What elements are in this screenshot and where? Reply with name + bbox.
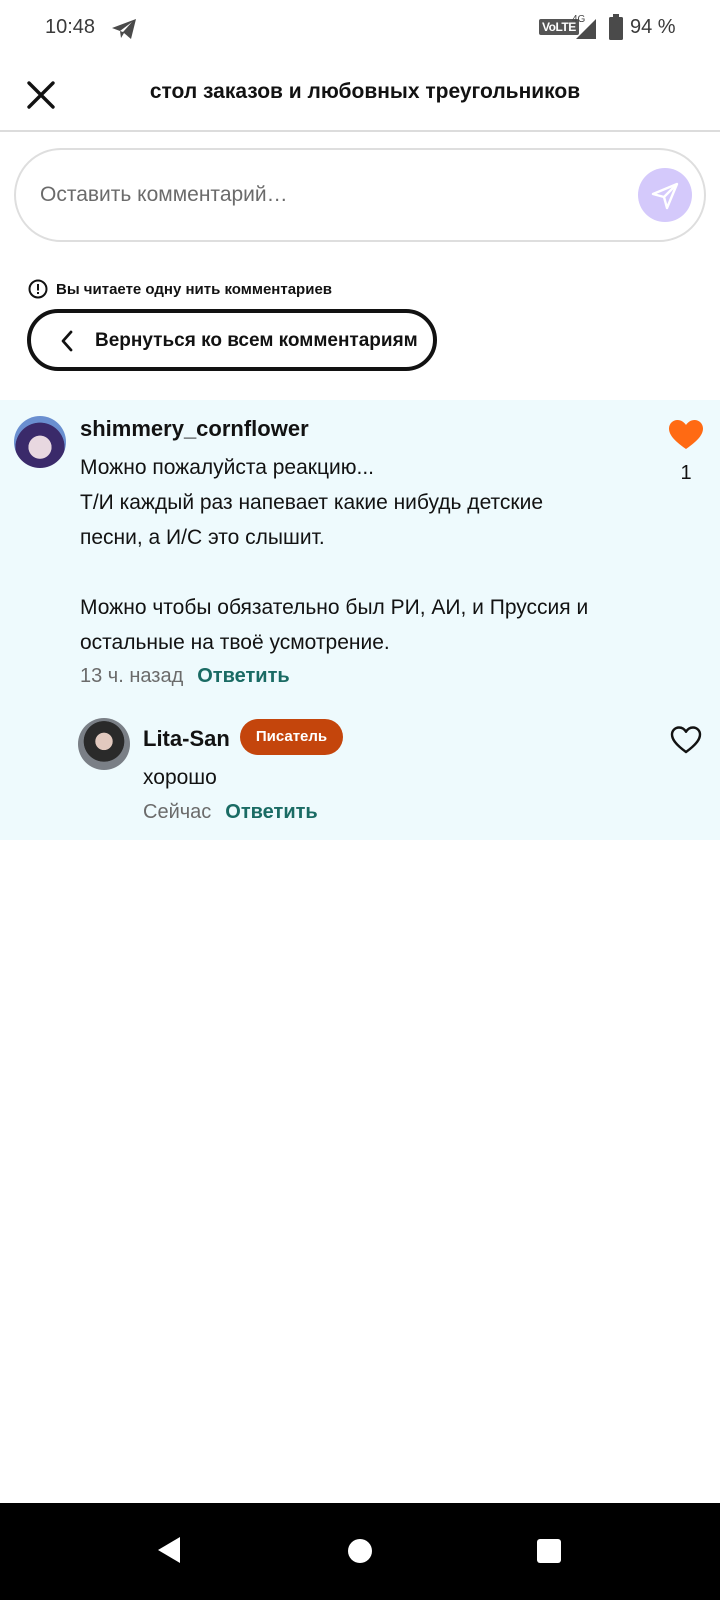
comment-meta: Сейчас Ответить (143, 801, 318, 824)
comment-meta: 13 ч. назад Ответить (80, 665, 290, 688)
status-bar: 10:48 VoLTE 4G 94 % (0, 0, 720, 56)
avatar[interactable] (14, 416, 66, 468)
send-button[interactable] (638, 168, 692, 222)
comment-username[interactable]: shimmery_cornflower (80, 416, 309, 442)
signal-icon (576, 19, 596, 39)
status-time: 10:48 (45, 16, 96, 38)
header: стол заказов и любовных треугольников (0, 56, 720, 132)
comment-line: Можно чтобы обязательно был РИ, АИ, и Пр… (80, 596, 589, 619)
back-to-all-comments-button[interactable]: Вернуться ко всем комментариям (27, 309, 437, 371)
reply-button[interactable]: Ответить (225, 801, 317, 824)
thread-notice: Вы читаете одну нить комментариев (28, 278, 332, 300)
reply-button[interactable]: Ответить (197, 665, 289, 688)
comment-line: Можно пожалуйста реакцию... (80, 456, 374, 479)
chevron-left-icon (61, 330, 73, 352)
comment-text: хорошо (143, 766, 217, 789)
writer-badge: Писатель (240, 719, 343, 755)
page-title: стол заказов и любовных треугольников (149, 80, 581, 103)
back-button-label: Вернуться ко всем комментариям (95, 330, 418, 351)
comment-line: остальные на твоё усмотрение. (80, 631, 390, 654)
send-icon (651, 182, 679, 210)
comment-username[interactable]: Lita-San (143, 726, 230, 752)
comment-text: Можно пожалуйста реакцию... Т/И каждый р… (80, 450, 640, 660)
battery-icon (609, 14, 623, 40)
comment-line (80, 555, 640, 590)
thread-notice-text: Вы читаете одну нить комментариев (56, 280, 333, 298)
system-nav-bar (0, 1503, 720, 1600)
avatar[interactable] (78, 718, 130, 770)
telegram-icon (112, 19, 136, 39)
heart-outline-icon[interactable] (670, 725, 702, 755)
heart-filled-icon[interactable] (668, 419, 704, 451)
comment-input-container (14, 148, 706, 242)
nav-back-icon[interactable] (156, 1535, 182, 1565)
info-icon (28, 279, 48, 299)
like-count: 1 (680, 462, 692, 484)
nav-home-icon[interactable] (348, 1539, 372, 1563)
comment-line: песни, а И/С это слышит. (80, 526, 325, 549)
battery-percent: 94 % (630, 16, 676, 38)
comment-time: Сейчас (143, 801, 212, 823)
nav-recents-icon[interactable] (537, 1539, 561, 1563)
comment-input[interactable] (40, 150, 600, 240)
comment-line: Т/И каждый раз напевает какие нибудь дет… (80, 491, 544, 514)
comment-time: 13 ч. назад (80, 665, 184, 687)
